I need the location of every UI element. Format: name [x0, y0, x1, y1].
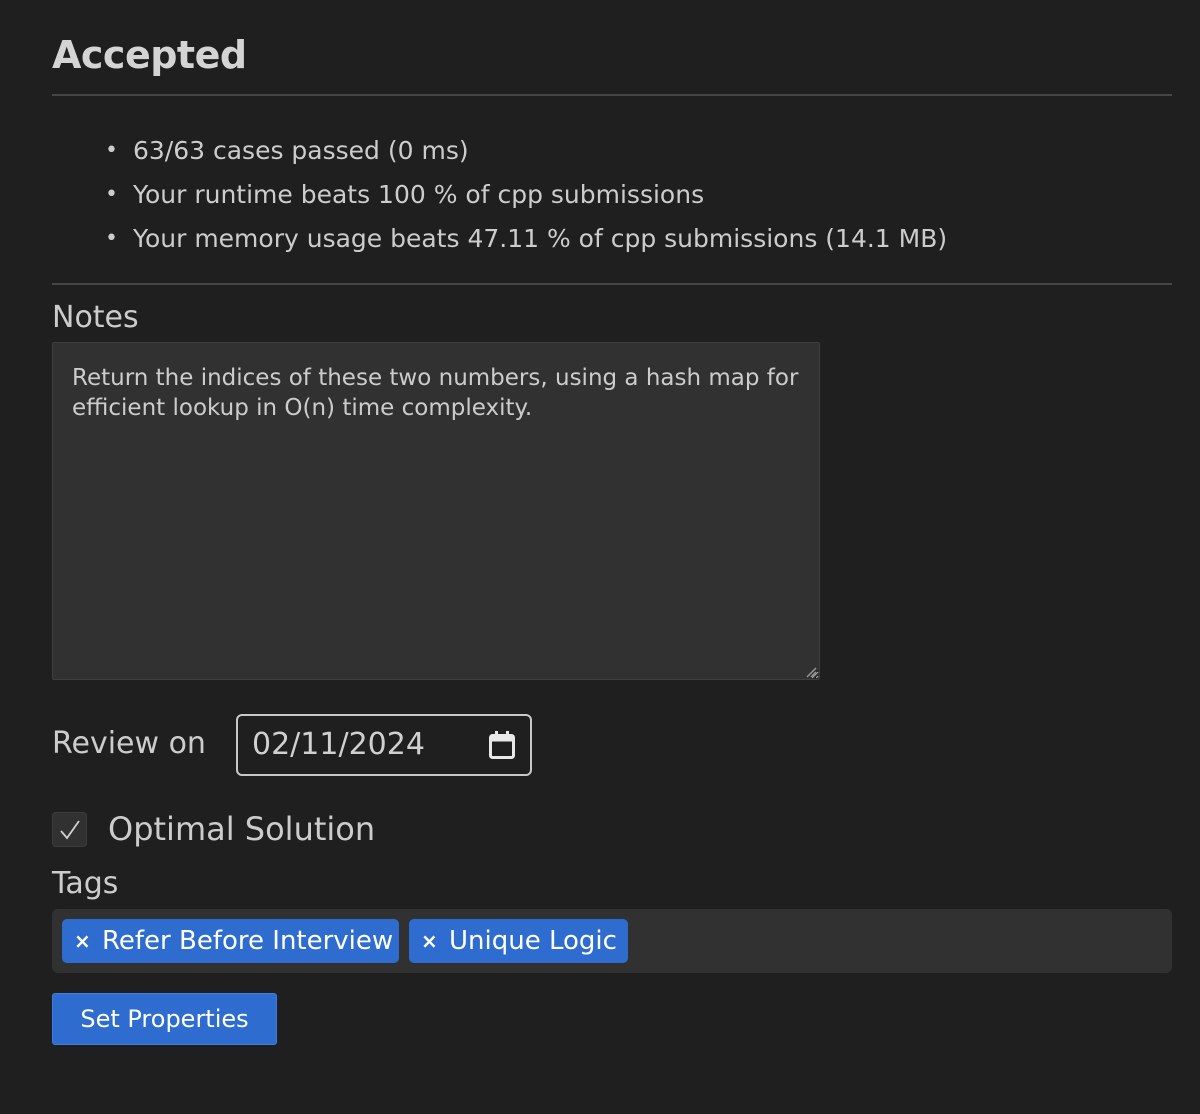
notes-label: Notes	[52, 300, 139, 335]
tag-unique-logic: × Unique Logic	[409, 919, 628, 963]
tag-label: Unique Logic	[449, 926, 617, 956]
divider-top	[52, 94, 1172, 96]
review-on-label: Review on	[52, 726, 206, 761]
calendar-icon[interactable]	[488, 730, 516, 760]
review-date-value[interactable]: 02/11/2024	[252, 727, 425, 762]
result-detail-text: Your runtime beats 100 % of cpp submissi…	[133, 180, 705, 209]
result-status-title: Accepted	[52, 33, 247, 77]
check-icon	[60, 820, 80, 840]
result-detail-text: Your memory usage beats 47.11 % of cpp s…	[133, 224, 948, 253]
bullet-icon: •	[105, 138, 118, 163]
tags-container[interactable]: × Refer Before Interview × Unique Logic	[52, 909, 1172, 973]
remove-tag-icon[interactable]: ×	[74, 919, 91, 963]
set-properties-button[interactable]: Set Properties	[52, 993, 277, 1045]
tags-label: Tags	[52, 866, 119, 901]
optimal-solution-label[interactable]: Optimal Solution	[108, 810, 375, 848]
bullet-icon: •	[105, 226, 118, 251]
tag-refer-before-interview: × Refer Before Interview	[62, 919, 399, 963]
notes-textarea[interactable]: Return the indices of these two numbers,…	[52, 342, 820, 680]
result-detail-item: • Your runtime beats 100 % of cpp submis…	[105, 178, 947, 222]
resize-grip-icon[interactable]	[805, 666, 817, 678]
review-date-input[interactable]: 02/11/2024	[236, 714, 532, 776]
result-detail-item: • 63/63 cases passed (0 ms)	[105, 134, 947, 178]
remove-tag-icon[interactable]: ×	[421, 919, 438, 963]
divider-middle	[52, 283, 1172, 285]
result-detail-text: 63/63 cases passed (0 ms)	[133, 136, 469, 165]
bullet-icon: •	[105, 182, 118, 207]
optimal-solution-checkbox[interactable]	[52, 812, 87, 847]
tag-label: Refer Before Interview	[102, 926, 394, 956]
result-details-list: • 63/63 cases passed (0 ms) • Your runti…	[105, 134, 947, 266]
result-detail-item: • Your memory usage beats 47.11 % of cpp…	[105, 222, 947, 266]
